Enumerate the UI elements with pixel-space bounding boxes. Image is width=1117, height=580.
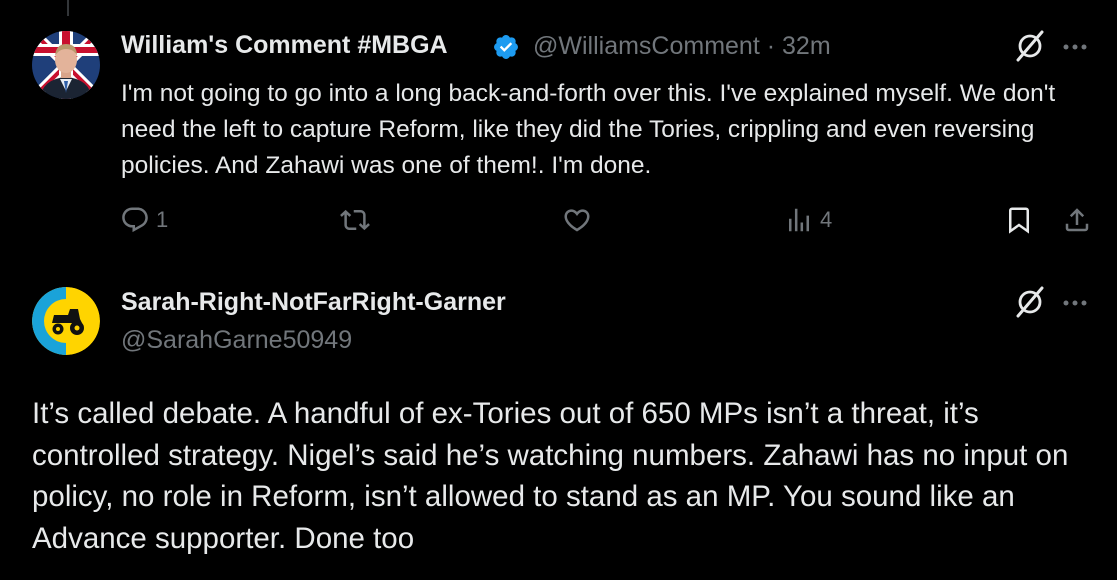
views-button[interactable]: 4	[784, 205, 832, 235]
verified-badge-icon	[494, 35, 518, 59]
grok-icon[interactable]	[1013, 285, 1047, 319]
handle-and-time[interactable]: @WilliamsComment · 32m	[533, 32, 831, 61]
handle[interactable]: @SarahGarne50949	[121, 326, 352, 355]
like-icon	[564, 209, 590, 232]
avatar[interactable]	[32, 287, 100, 355]
reply-icon	[122, 207, 148, 233]
grok-icon[interactable]	[1013, 29, 1047, 63]
more-icon[interactable]	[1058, 37, 1092, 57]
bookmark-icon	[1009, 207, 1029, 234]
timestamp[interactable]: 32m	[782, 32, 831, 60]
tweet-text: I'm not going to go into a long back-and…	[121, 80, 1056, 179]
views-count: 4	[820, 207, 833, 232]
handle[interactable]: @WilliamsComment	[533, 32, 760, 60]
like-button[interactable]	[562, 205, 598, 235]
reply-count: 1	[156, 207, 169, 232]
share-button[interactable]	[1062, 205, 1092, 235]
separator: ·	[766, 32, 776, 60]
views-icon	[789, 208, 809, 232]
bookmark-button[interactable]	[1004, 205, 1034, 235]
tweet-text: It’s called debate. A handful of ex-Tori…	[32, 397, 1069, 555]
more-icon[interactable]	[1058, 293, 1092, 313]
reply-button[interactable]: 1	[120, 205, 168, 235]
retweet-icon	[340, 209, 370, 231]
display-name[interactable]: Sarah-Right-NotFarRight-Garner	[121, 288, 506, 317]
avatar[interactable]	[32, 31, 100, 99]
share-icon	[1065, 208, 1089, 232]
retweet-button[interactable]	[340, 205, 376, 235]
thread-connector-line	[67, 0, 69, 16]
display-name[interactable]: William's Comment #MBGA	[121, 31, 448, 60]
